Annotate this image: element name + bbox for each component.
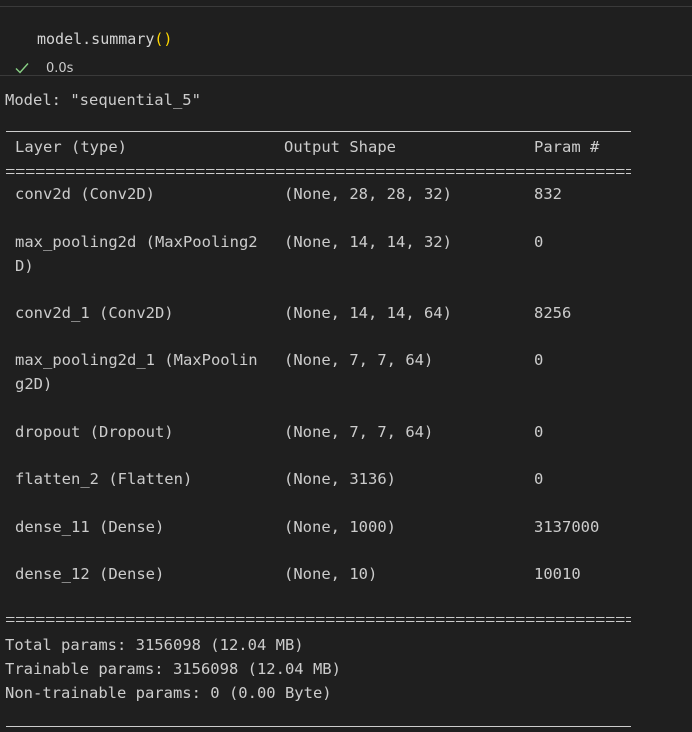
table-top-rule [6, 131, 631, 132]
cell-output: Model: "sequential_5" Layer (type) Outpu… [0, 76, 692, 732]
table-row-layer-wrap: D) [15, 257, 34, 275]
table-row-param: 0 [534, 351, 544, 369]
table-row-layer: dropout (Dropout) [15, 423, 174, 441]
table-row-shape: (None, 7, 7, 64) [284, 351, 434, 369]
table-row-param: 8256 [534, 304, 572, 322]
execution-time: 0.0s [46, 60, 74, 76]
table-row-shape: (None, 10) [284, 565, 378, 583]
header-param-count: Param # [534, 138, 600, 156]
table-row-param: 0 [534, 470, 544, 488]
table-row-shape: (None, 14, 14, 32) [284, 233, 452, 251]
total-params: Total params: 3156098 (12.04 MB) [5, 636, 304, 654]
code-cell[interactable]: model.summary() 0.0s [0, 7, 692, 76]
table-row-shape: (None, 14, 14, 64) [284, 304, 452, 322]
table-row-layer: dense_12 (Dense) [15, 565, 165, 583]
table-bottom-rule [6, 726, 631, 727]
table-row-shape: (None, 1000) [284, 518, 396, 536]
table-row-shape: (None, 28, 28, 32) [284, 185, 452, 203]
table-row-param: 0 [534, 233, 544, 251]
code-call: model.summary [37, 30, 155, 48]
header-double-rule [6, 169, 631, 174]
header-output-shape: Output Shape [284, 138, 396, 156]
table-row-layer: dense_11 (Dense) [15, 518, 165, 536]
table-row-layer: max_pooling2d_1 (MaxPoolin [15, 351, 258, 369]
table-row-layer: conv2d (Conv2D) [15, 185, 155, 203]
code-line[interactable]: model.summary() [37, 29, 172, 49]
table-row-param: 3137000 [534, 518, 600, 536]
table-row-layer: flatten_2 (Flatten) [15, 470, 193, 488]
footer-double-rule [6, 617, 631, 622]
table-row-param: 0 [534, 423, 544, 441]
table-row-layer-wrap: g2D) [15, 375, 53, 393]
table-row-shape: (None, 3136) [284, 470, 396, 488]
code-parens: () [154, 30, 173, 48]
header-layer: Layer (type) [15, 138, 127, 156]
table-row-layer: conv2d_1 (Conv2D) [15, 304, 174, 322]
table-row-layer: max_pooling2d (MaxPooling2 [15, 233, 258, 251]
check-icon [14, 60, 30, 76]
trainable-params: Trainable params: 3156098 (12.04 MB) [5, 660, 341, 678]
table-row-param: 10010 [534, 565, 581, 583]
table-row-shape: (None, 7, 7, 64) [284, 423, 434, 441]
table-row-param: 832 [534, 185, 562, 203]
non-trainable-params: Non-trainable params: 0 (0.00 Byte) [5, 684, 332, 702]
model-name-line: Model: "sequential_5" [5, 91, 201, 109]
